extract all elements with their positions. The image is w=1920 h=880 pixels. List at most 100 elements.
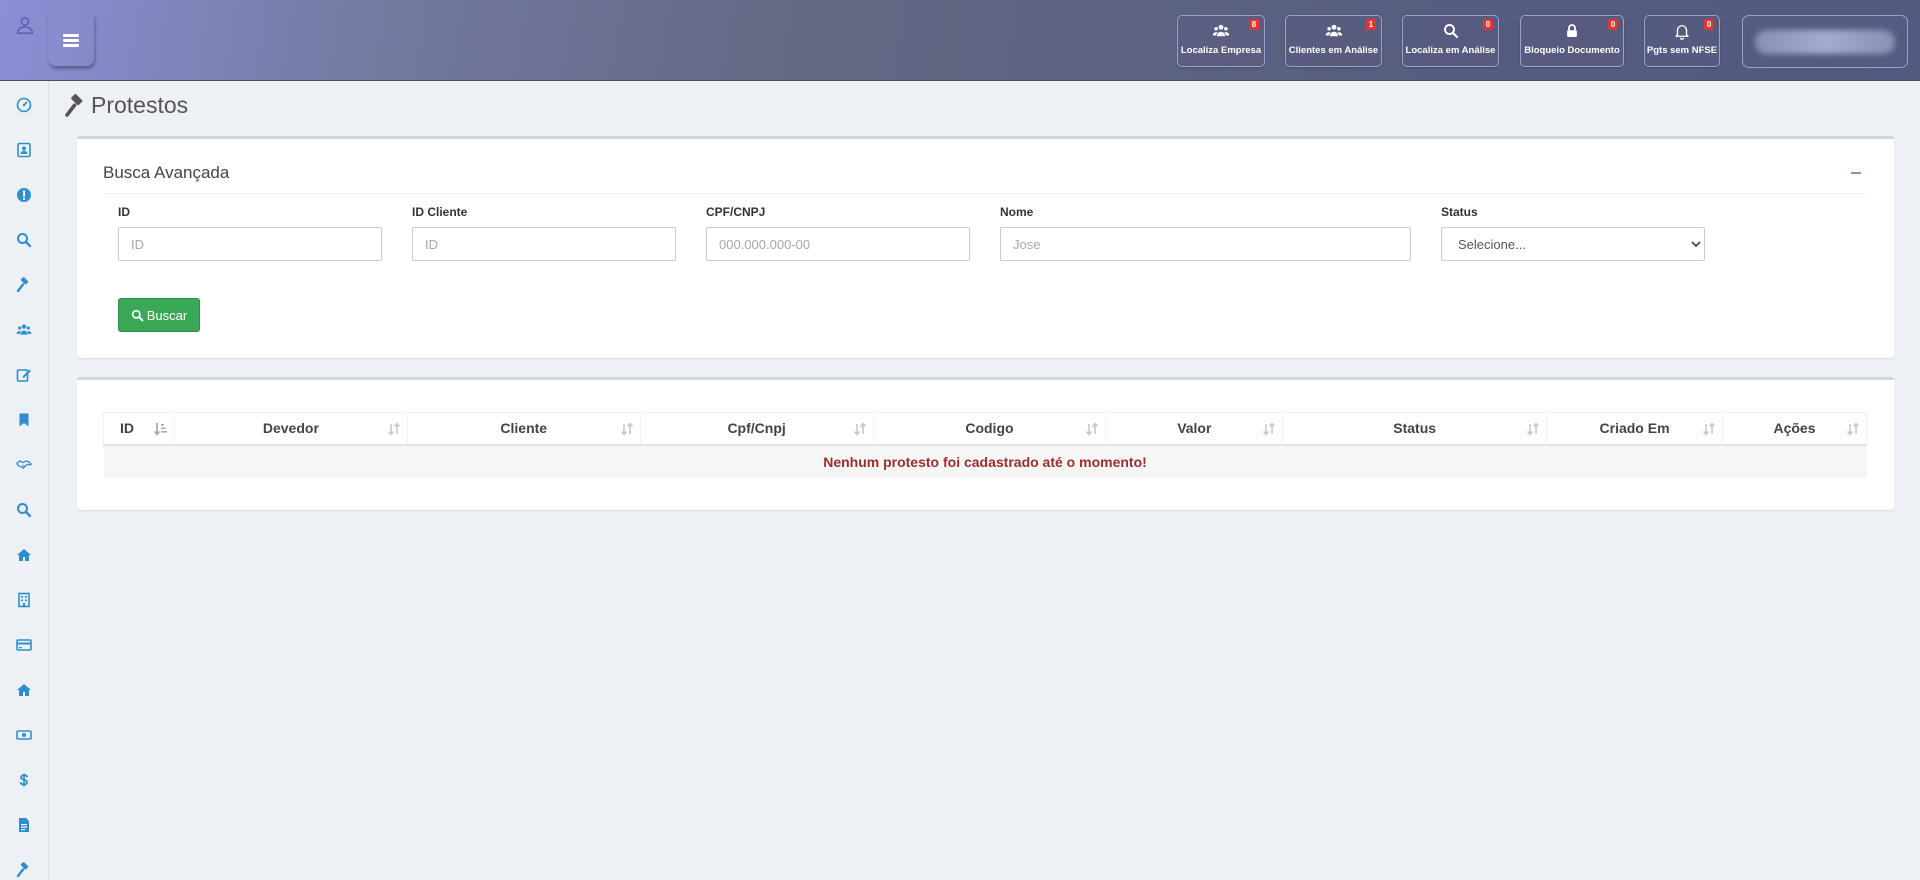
quick-localiza-empresa-button[interactable]: 8 Localiza Empresa [1177, 15, 1265, 67]
sidebar-item-money[interactable] [12, 723, 36, 747]
sidebar-item-documents[interactable] [12, 813, 36, 837]
handshake-icon [16, 460, 32, 469]
page-title: Protestos [64, 92, 188, 119]
id-label: ID [118, 205, 130, 219]
cpf-cnpj-field-group: CPF/CNPJ [706, 205, 970, 261]
sidebar-item-protestos[interactable] [12, 273, 36, 297]
sidebar [0, 81, 49, 880]
status-field-group: Status Selecione... [1441, 205, 1705, 261]
search-icon [131, 309, 144, 321]
sort-icon [1846, 422, 1860, 436]
column-label: Valor [1177, 420, 1212, 437]
sidebar-item-cards[interactable] [12, 633, 36, 657]
status-select[interactable]: Selecione... [1441, 227, 1705, 261]
advanced-search-panel: Busca Avançada ID ID Cliente CPF/CNPJ No… [77, 136, 1894, 358]
money-icon [16, 730, 32, 740]
sidebar-item-buildings[interactable] [12, 588, 36, 612]
sort-icon [1086, 422, 1099, 436]
search-icon [1443, 24, 1458, 39]
users-icon [1325, 24, 1342, 37]
sort-icon [1702, 422, 1716, 436]
sidebar-item-home-2[interactable] [12, 678, 36, 702]
sort-icon [1263, 422, 1276, 436]
column-label: Criado Em [1599, 420, 1670, 437]
sort-icon [853, 422, 866, 436]
quick-localiza-em-analise-button[interactable]: 0 Localiza em Análise [1402, 15, 1499, 67]
notification-badge: 0 [1704, 19, 1714, 30]
alert-icon [17, 188, 31, 202]
column-header-devedor[interactable]: Devedor [173, 412, 408, 446]
notification-badge: 1 [1366, 19, 1376, 30]
status-label: Status [1441, 205, 1478, 219]
results-panel: ID Devedor Cliente Cpf/Cnpj Codigo Valor… [77, 377, 1894, 510]
sort-icon [1527, 422, 1540, 436]
quick-action-label: Pgts sem NFSE [1646, 45, 1718, 56]
user-name-redacted [1755, 30, 1895, 54]
id-field-group: ID [118, 205, 382, 261]
table-row: Nenhum protesto foi cadastrado até o mom… [103, 444, 1867, 478]
column-header-cpf-cnpj[interactable]: Cpf/Cnpj [639, 412, 874, 446]
column-label: Devedor [262, 420, 319, 437]
sidebar-item-alerts[interactable] [12, 183, 36, 207]
sidebar-item-search[interactable] [12, 228, 36, 252]
sidebar-item-agreements[interactable] [12, 453, 36, 477]
sidebar-item-bookmarks[interactable] [12, 408, 36, 432]
search-icon [17, 233, 32, 248]
collapse-button[interactable] [1850, 167, 1862, 177]
sidebar-item-edit[interactable] [12, 363, 36, 387]
id-input[interactable] [118, 227, 382, 261]
nome-input[interactable] [1000, 227, 1411, 261]
quick-bloqueio-documento-button[interactable]: 0 Bloqueio Documento [1520, 15, 1624, 67]
cpf-cnpj-input[interactable] [706, 227, 970, 261]
notification-badge: 0 [1608, 19, 1618, 30]
top-header: 8 Localiza Empresa 1 Clientes em Análise… [0, 0, 1920, 81]
cpf-cnpj-label: CPF/CNPJ [706, 205, 766, 219]
id-cliente-field-group: ID Cliente [412, 205, 676, 261]
empty-table-message: Nenhum protesto foi cadastrado até o mom… [103, 444, 1867, 478]
sidebar-item-users[interactable] [12, 318, 36, 342]
sort-asc-icon [153, 423, 167, 436]
sidebar-item-search-2[interactable] [12, 498, 36, 522]
sidebar-item-more[interactable] [12, 858, 36, 880]
gavel-icon [16, 277, 29, 293]
minus-icon [1851, 172, 1861, 174]
id-cliente-input[interactable] [412, 227, 676, 261]
search-button[interactable]: Buscar [118, 298, 200, 332]
column-header-criado-em[interactable]: Criado Em [1546, 412, 1723, 446]
hamburger-icon [63, 34, 79, 47]
column-label: Status [1393, 420, 1437, 437]
column-header-cliente[interactable]: Cliente [406, 412, 641, 446]
nome-field-group: Nome [1000, 205, 1411, 261]
quick-pgts-sem-nfse-button[interactable]: 0 Pgts sem NFSE [1644, 15, 1720, 67]
table-header-row: ID Devedor Cliente Cpf/Cnpj Codigo Valor… [103, 412, 1868, 446]
page-title-text: Protestos [91, 92, 189, 118]
quick-action-label: Localiza em Análise [1405, 45, 1496, 56]
user-menu[interactable] [1742, 15, 1908, 68]
protestos-table: ID Devedor Cliente Cpf/Cnpj Codigo Valor… [103, 412, 1868, 478]
edit-icon [16, 369, 31, 382]
column-header-acoes[interactable]: Ações [1721, 412, 1868, 446]
search-icon [17, 503, 32, 518]
quick-clientes-em-analise-button[interactable]: 1 Clientes em Análise [1285, 15, 1382, 67]
column-header-id[interactable]: ID [103, 412, 175, 446]
column-label: ID [120, 420, 134, 437]
sidebar-item-contacts[interactable] [12, 138, 36, 162]
nome-label: Nome [1000, 205, 1034, 219]
gavel-icon [16, 862, 29, 878]
users-icon [16, 324, 32, 335]
column-header-status[interactable]: Status [1282, 412, 1548, 446]
column-header-codigo[interactable]: Codigo [872, 412, 1107, 446]
sidebar-item-dashboard[interactable] [12, 93, 36, 117]
column-header-valor[interactable]: Valor [1105, 412, 1284, 446]
sidebar-item-home[interactable] [12, 543, 36, 567]
credit-card-icon [16, 639, 32, 651]
gavel-icon [65, 93, 83, 117]
menu-toggle-button[interactable] [48, 14, 94, 66]
lock-icon [1567, 24, 1577, 37]
id-cliente-label: ID Cliente [412, 205, 468, 219]
sidebar-item-finance[interactable] [12, 768, 36, 792]
home-icon [17, 684, 31, 696]
document-icon [19, 818, 29, 832]
column-label: Cpf/Cnpj [727, 420, 786, 437]
column-label: Cliente [500, 420, 548, 437]
